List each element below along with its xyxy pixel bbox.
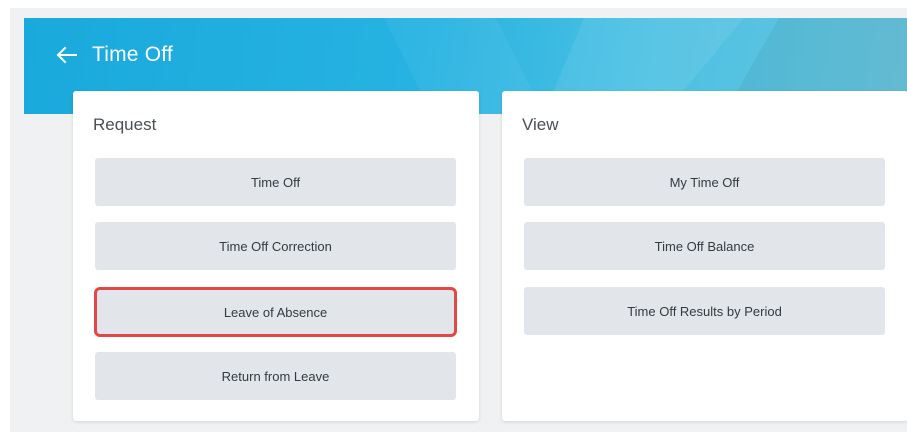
app-frame: Time Off Request Time Off Time Off Corre… [10,8,907,432]
request-card-title: Request [93,115,157,134]
time-off-button[interactable]: Time Off [95,158,456,206]
my-time-off-button[interactable]: My Time Off [524,158,885,206]
page-header: Time Off [54,38,173,72]
arrow-left-icon[interactable] [54,43,78,67]
page-title: Time Off [92,43,173,66]
return-from-leave-button[interactable]: Return from Leave [95,352,456,400]
time-off-correction-button[interactable]: Time Off Correction [95,222,456,270]
time-off-balance-button[interactable]: Time Off Balance [524,222,885,270]
request-card: Request Time Off Time Off Correction Lea… [73,91,479,421]
view-card-title: View [522,115,559,134]
view-card: View My Time Off Time Off Balance Time O… [502,91,907,421]
time-off-results-by-period-button[interactable]: Time Off Results by Period [524,287,885,335]
leave-of-absence-button[interactable]: Leave of Absence [94,287,457,337]
